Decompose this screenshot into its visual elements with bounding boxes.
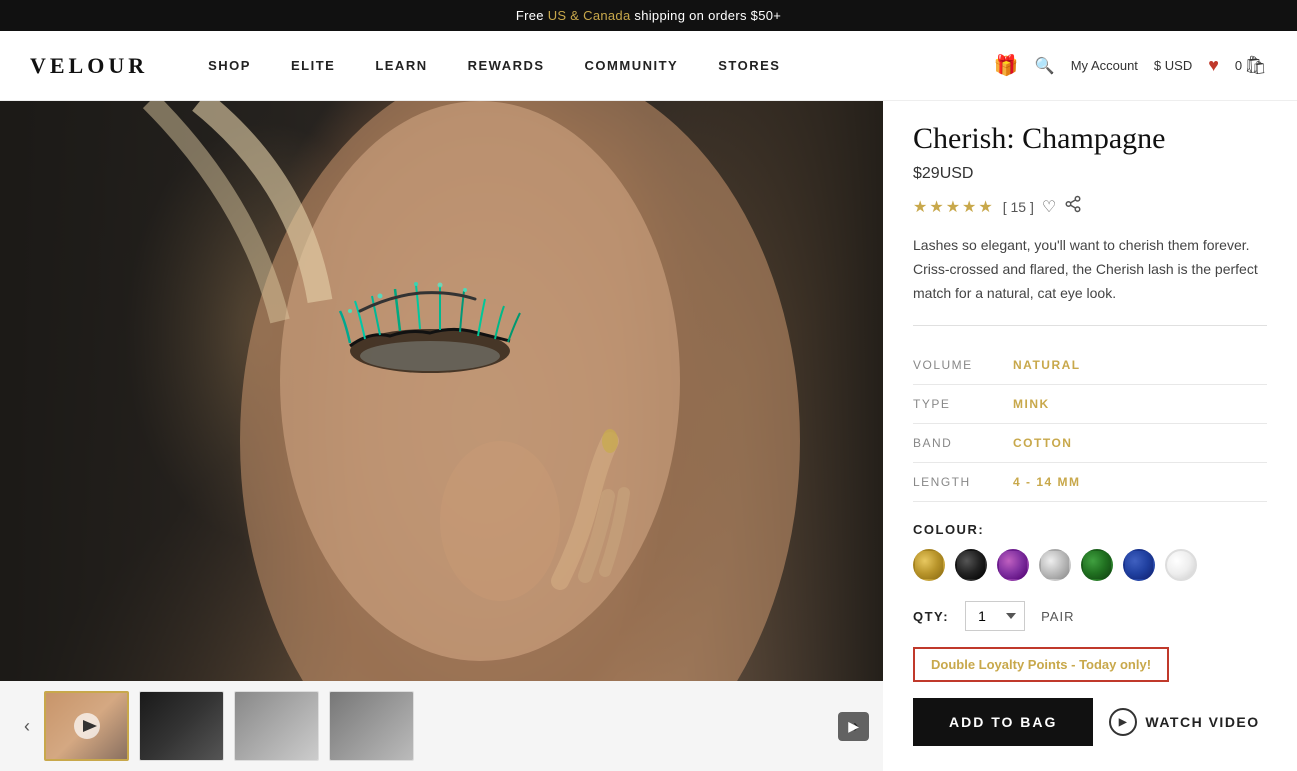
specs-table: VOLUME NATURAL TYPE MINK BAND COTTON LEN… (913, 346, 1267, 502)
gift-icon[interactable]: 🎁 (994, 53, 1019, 78)
thumbnail-2[interactable] (139, 691, 224, 761)
nav-shop[interactable]: SHOP (208, 58, 251, 73)
swatch-white[interactable] (1165, 549, 1197, 581)
main-content: ‹ › ▶ Cherish: Champagne $2 (0, 101, 1297, 755)
loyalty-text: Double Loyalty Points - Today only! (931, 657, 1151, 672)
pair-label: PAIR (1041, 609, 1074, 624)
banner-text-after: shipping on orders $50+ (630, 8, 781, 23)
loyalty-banner: Double Loyalty Points - Today only! (913, 647, 1169, 682)
spec-label: LENGTH (913, 463, 1013, 502)
thumbnails-row: ‹ › ▶ (0, 681, 883, 771)
video-button[interactable]: ▶ (838, 712, 869, 741)
cart-count: 0 (1235, 58, 1242, 73)
account-link[interactable]: My Account (1071, 58, 1138, 73)
product-image-area: ‹ › ▶ (0, 101, 883, 755)
qty-label: QTY: (913, 609, 949, 624)
nav-community[interactable]: COMMUNITY (585, 58, 679, 73)
thumbnail-3[interactable] (234, 691, 319, 761)
thumb-play-icon (72, 711, 102, 741)
product-info: Cherish: Champagne $29USD ★★★★★ [ 15 ] ♡… (883, 101, 1297, 755)
thumbnail-1[interactable] (44, 691, 129, 761)
swatch-silver[interactable] (1039, 549, 1071, 581)
review-count[interactable]: [ 15 ] (1003, 199, 1034, 215)
star-rating: ★★★★★ (913, 197, 995, 217)
swatch-purple[interactable] (997, 549, 1029, 581)
action-buttons: ADD TO BAG ▶ WATCH VIDEO (913, 698, 1267, 746)
spec-value: 4 - 14 MM (1013, 463, 1267, 502)
wishlist-icon[interactable]: ♥ (1208, 55, 1219, 76)
qty-row: QTY: 1 2 3 4 5 PAIR (913, 601, 1267, 631)
banner-text-before: Free (516, 8, 548, 23)
watch-video-label: WATCH VIDEO (1145, 714, 1259, 730)
spec-value: MINK (1013, 385, 1267, 424)
colour-swatches (913, 549, 1267, 581)
top-banner: Free US & Canada shipping on orders $50+ (0, 0, 1297, 31)
cart-area[interactable]: 0 🛍 (1235, 55, 1267, 76)
product-price: $29USD (913, 165, 1267, 183)
spec-row: LENGTH 4 - 14 MM (913, 463, 1267, 502)
play-circle-icon: ▶ (1109, 708, 1137, 736)
header-actions: 🎁 🔍 My Account $ USD ♥ 0 🛍 (994, 53, 1267, 78)
thumb-prev-button[interactable]: ‹ (20, 716, 34, 737)
spec-row: TYPE MINK (913, 385, 1267, 424)
swatch-gold[interactable] (913, 549, 945, 581)
main-nav: SHOP ELITE LEARN REWARDS COMMUNITY STORE… (208, 58, 994, 73)
product-title: Cherish: Champagne (913, 121, 1267, 157)
nav-learn[interactable]: LEARN (375, 58, 427, 73)
share-icon[interactable] (1064, 195, 1082, 218)
spec-value: NATURAL (1013, 346, 1267, 385)
main-product-image (0, 101, 883, 681)
thumbnail-4[interactable] (329, 691, 414, 761)
rating-row: ★★★★★ [ 15 ] ♡ (913, 195, 1267, 218)
add-to-bag-button[interactable]: ADD TO BAG (913, 698, 1093, 746)
currency-selector[interactable]: $ USD (1154, 58, 1192, 73)
search-icon[interactable]: 🔍 (1035, 56, 1055, 76)
spec-value: COTTON (1013, 424, 1267, 463)
nav-stores[interactable]: STORES (718, 58, 780, 73)
product-wishlist-icon[interactable]: ♡ (1042, 197, 1056, 217)
cart-icon[interactable]: 🛍 (1244, 55, 1267, 76)
swatch-black[interactable] (955, 549, 987, 581)
spec-row: VOLUME NATURAL (913, 346, 1267, 385)
qty-select[interactable]: 1 2 3 4 5 (965, 601, 1025, 631)
spec-label: TYPE (913, 385, 1013, 424)
header: VELOUR SHOP ELITE LEARN REWARDS COMMUNIT… (0, 31, 1297, 101)
spec-label: BAND (913, 424, 1013, 463)
spec-label: VOLUME (913, 346, 1013, 385)
banner-highlight: US & Canada (548, 8, 631, 23)
logo[interactable]: VELOUR (30, 53, 148, 79)
colour-label: COLOUR: (913, 522, 1267, 537)
swatch-blue[interactable] (1123, 549, 1155, 581)
watch-video-button[interactable]: ▶ WATCH VIDEO (1109, 708, 1259, 736)
spec-row: BAND COTTON (913, 424, 1267, 463)
swatch-green[interactable] (1081, 549, 1113, 581)
product-description: Lashes so elegant, you'll want to cheris… (913, 234, 1267, 326)
nav-elite[interactable]: ELITE (291, 58, 335, 73)
nav-rewards[interactable]: REWARDS (468, 58, 545, 73)
thumbnail-list (44, 691, 839, 761)
